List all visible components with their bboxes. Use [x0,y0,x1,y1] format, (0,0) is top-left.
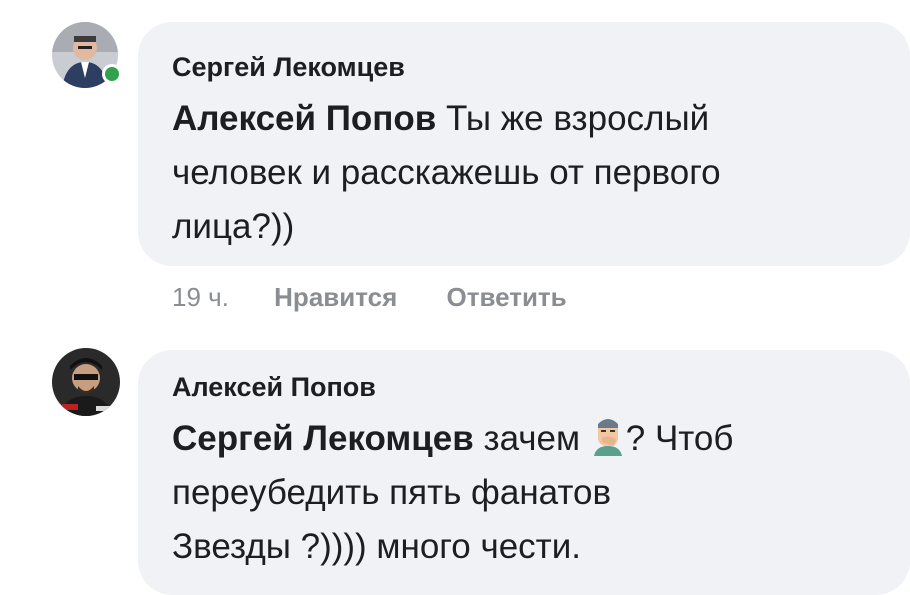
comment-author[interactable]: Алексей Попов [172,372,376,403]
comment-text-line: переубедить пять фанатов [172,473,612,512]
avatar-aleksey[interactable] [52,348,120,416]
comment-text-line: Сергей Лекомцев зачем ? Чтоб [172,412,892,466]
like-button[interactable]: Нравится [274,282,397,312]
comment-text-line: человек и расскажешь от первого [172,153,721,192]
comment-actions: 19 ч. Нравится Ответить [172,282,567,313]
reply-button[interactable]: Ответить [447,282,567,312]
comment-text-fragment: зачем [473,419,590,458]
comment-timestamp[interactable]: 19 ч. [172,282,229,312]
comment-text: Сергей Лекомцев зачем ? Чтоб переубедить… [172,412,892,574]
face-with-hand-over-mouth-emoji-icon [593,419,622,456]
comment-text-line: лица?)) [172,207,295,246]
online-status-indicator [102,64,122,84]
mention-link[interactable]: Алексей Попов [172,99,436,138]
comment-text-line: Звезды ?)))) много чести. [172,527,581,566]
mention-link[interactable]: Сергей Лекомцев [172,419,474,458]
profile-photo-icon [52,348,120,416]
comment-text-fragment: Ты же взрослый [436,99,710,138]
comment-text-line: Алексей Попов Ты же взрослый [172,92,892,146]
avatar-sergey[interactable] [52,22,122,88]
comment-text-fragment: ? Чтоб [625,419,734,458]
comment-text: Алексей Попов Ты же взрослый человек и р… [172,92,892,254]
comment-author[interactable]: Сергей Лекомцев [172,52,405,83]
comments-thread: Сергей Лекомцев Алексей Попов Ты же взро… [0,0,910,595]
